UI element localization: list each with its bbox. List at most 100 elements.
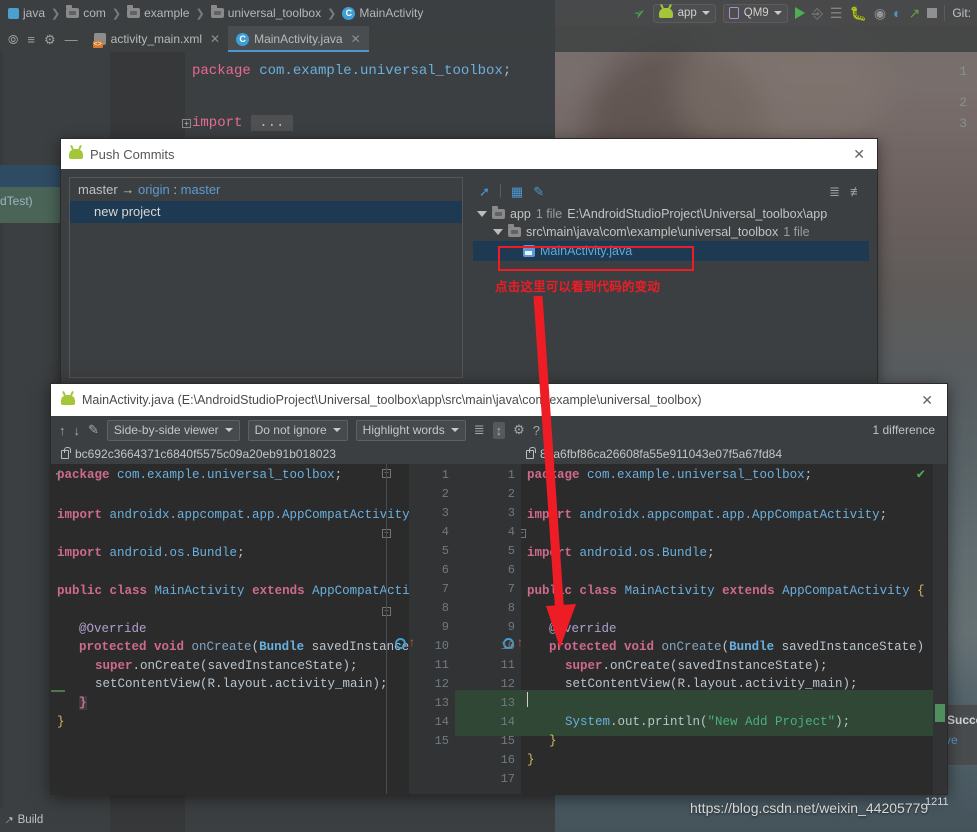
code-line: public class MainActivity extends AppCom…	[57, 584, 409, 598]
breakpoint-icon[interactable]	[395, 638, 406, 649]
ignore-mode-dropdown[interactable]: Do not ignore	[247, 419, 348, 441]
run-coverage-icon[interactable]: ◉	[874, 5, 886, 22]
chevron-down-icon	[773, 11, 782, 15]
profile-list-icon[interactable]: ☰	[830, 5, 843, 22]
arrow-up-icon[interactable]: ↑	[59, 423, 66, 438]
settings-gear-icon[interactable]: ⚙	[44, 33, 56, 46]
stop-icon[interactable]	[927, 8, 938, 18]
tree-row-source-dir[interactable]: src\main\java\com\example\universal_tool…	[473, 223, 869, 241]
fold-collapse-icon[interactable]: −	[521, 529, 526, 538]
fold-expand-icon[interactable]: +	[182, 119, 191, 128]
breadcrumb-item-universal-toolbox[interactable]: universal_toolbox	[209, 5, 323, 20]
lock-icon	[61, 446, 71, 459]
collapse-unchanged-icon[interactable]: ≣	[474, 422, 485, 438]
minimize-icon[interactable]: —	[65, 33, 78, 46]
diff-overview-scrollbar[interactable]	[933, 464, 947, 794]
text-caret	[527, 692, 528, 707]
pane-edge	[386, 464, 387, 794]
sync-gradle-icon[interactable]: ↗	[909, 5, 921, 22]
breadcrumb-item-java[interactable]: java	[6, 6, 47, 20]
class-icon: C	[236, 32, 250, 46]
remote-branch-label[interactable]: master	[181, 182, 221, 197]
watermark-extra: 1211	[925, 796, 949, 808]
target-icon[interactable]: ⦾	[8, 33, 18, 46]
arrow-down-icon[interactable]: ↓	[74, 423, 81, 438]
tree-node-label: app	[510, 207, 531, 221]
close-button[interactable]: ✕	[849, 146, 869, 163]
expand-selection-icon[interactable]: ↕	[492, 421, 506, 439]
close-icon[interactable]: ✕	[351, 32, 361, 46]
arrow-right-icon: →	[121, 182, 135, 197]
breadcrumb-label: com	[83, 6, 106, 20]
tree-row-app-module[interactable]: app 1 file E:\AndroidStudioProject\Unive…	[473, 205, 869, 223]
code-line: setContentView(R.layout.activity_main);	[565, 677, 858, 691]
chevron-down-icon	[450, 428, 459, 432]
highlight-mode-dropdown[interactable]: Highlight words	[355, 419, 466, 441]
branch-mapping-row[interactable]: master → origin : master	[70, 178, 462, 201]
tab-mainactivity-java[interactable]: C MainActivity.java ✕	[228, 26, 369, 52]
push-dialog-body: master → origin : master new project ➚ ▦…	[61, 169, 877, 386]
breadcrumb-item-example[interactable]: example	[125, 5, 191, 20]
build-icon: ➝	[1, 813, 18, 829]
commit-list-pane: master → origin : master new project	[69, 177, 463, 378]
chevron-down-icon	[224, 428, 233, 432]
device-selector-dropdown[interactable]: QM9	[722, 3, 788, 23]
profiler-icon[interactable]: ◐	[893, 5, 901, 21]
tab-activity-main-xml[interactable]: activity_main.xml ✕	[86, 26, 228, 52]
code-line: }	[527, 753, 535, 767]
expand-all-icon[interactable]: ≣	[829, 185, 840, 198]
code-line-added: System.out.println("New Add Project");	[565, 715, 851, 729]
code-line: package com.example.universal_toolbox;	[57, 468, 343, 482]
code-line: super.onCreate(savedInstanceState);	[565, 659, 828, 673]
collapse-all-icon[interactable]: ≢	[850, 185, 863, 198]
group-by-icon[interactable]: ▦	[511, 185, 523, 198]
attach-debug-icon[interactable]: ⎆	[812, 5, 823, 22]
breadcrumb-item-mainactivity[interactable]: C MainActivity	[340, 6, 425, 20]
breadcrumb-label: example	[144, 6, 190, 20]
editor-line-number: 1	[959, 64, 967, 79]
diff-connector	[455, 464, 475, 794]
push-dialog-titlebar: Push Commits ✕	[61, 139, 877, 169]
pencil-icon[interactable]: ✎	[88, 422, 99, 438]
breadcrumb-label: java	[23, 6, 46, 20]
screen-root: 1 2 3 + package com.example.universal_to…	[0, 0, 977, 832]
diff-dialog-title: MainActivity.java (E:\AndroidStudioProje…	[82, 393, 702, 407]
hammer-build-icon[interactable]: ➢	[629, 2, 650, 24]
edit-icon[interactable]: ✎	[533, 185, 544, 198]
debug-bug-icon[interactable]: 🐛	[849, 5, 866, 22]
override-marker-icon[interactable]: ↑	[409, 636, 415, 648]
expand-diff-icon[interactable]: ➚	[479, 185, 490, 198]
close-button[interactable]: ✕	[917, 392, 937, 409]
build-tool-window-button[interactable]: ➝ Build	[0, 808, 48, 832]
project-tree-label: dTest)	[0, 194, 33, 208]
close-icon[interactable]: ✕	[210, 32, 220, 46]
breadcrumb-label: universal_toolbox	[227, 6, 322, 20]
code-line: }	[57, 715, 65, 729]
device-selector-label: QM9	[743, 7, 769, 19]
diff-content-area: ✓ package com.example.universal_toolbox;…	[51, 464, 947, 794]
annotation-text: 点击这里可以看到代码的变动	[495, 280, 661, 294]
chevron-down-icon[interactable]	[477, 211, 487, 217]
left-revision: bc692c3664371c6840f5575c09a20eb91b018023	[51, 446, 516, 461]
viewer-mode-dropdown[interactable]: Side-by-side viewer	[106, 419, 240, 441]
breadcrumb-item-com[interactable]: com	[64, 5, 108, 20]
collapse-icon[interactable]: ≡	[27, 33, 35, 46]
notification-title: Succe	[947, 713, 977, 727]
tree-node-count: 1 file	[783, 225, 810, 239]
tree-row-mainactivity-java[interactable]: MainActivity.java	[473, 241, 869, 261]
breadcrumb-separator-icon: ❯	[327, 7, 337, 20]
chevron-down-icon[interactable]	[493, 229, 503, 235]
diff-left-pane[interactable]: ✓ package com.example.universal_toolbox;…	[51, 464, 409, 794]
run-icon[interactable]	[794, 7, 805, 19]
change-marker	[51, 690, 65, 692]
breadcrumb-label: MainActivity	[359, 6, 424, 20]
gear-icon[interactable]: ⚙	[513, 422, 525, 438]
module-selector-label: app	[677, 7, 697, 19]
pane-divider[interactable]	[463, 177, 473, 378]
module-selector-dropdown[interactable]: app	[652, 3, 716, 23]
inspection-ok-icon: ✔	[916, 467, 925, 483]
remote-label[interactable]: origin	[138, 182, 170, 197]
commit-list-item[interactable]: new project	[70, 201, 462, 223]
folder-source-icon	[8, 7, 19, 19]
branch-separator: :	[173, 182, 178, 197]
